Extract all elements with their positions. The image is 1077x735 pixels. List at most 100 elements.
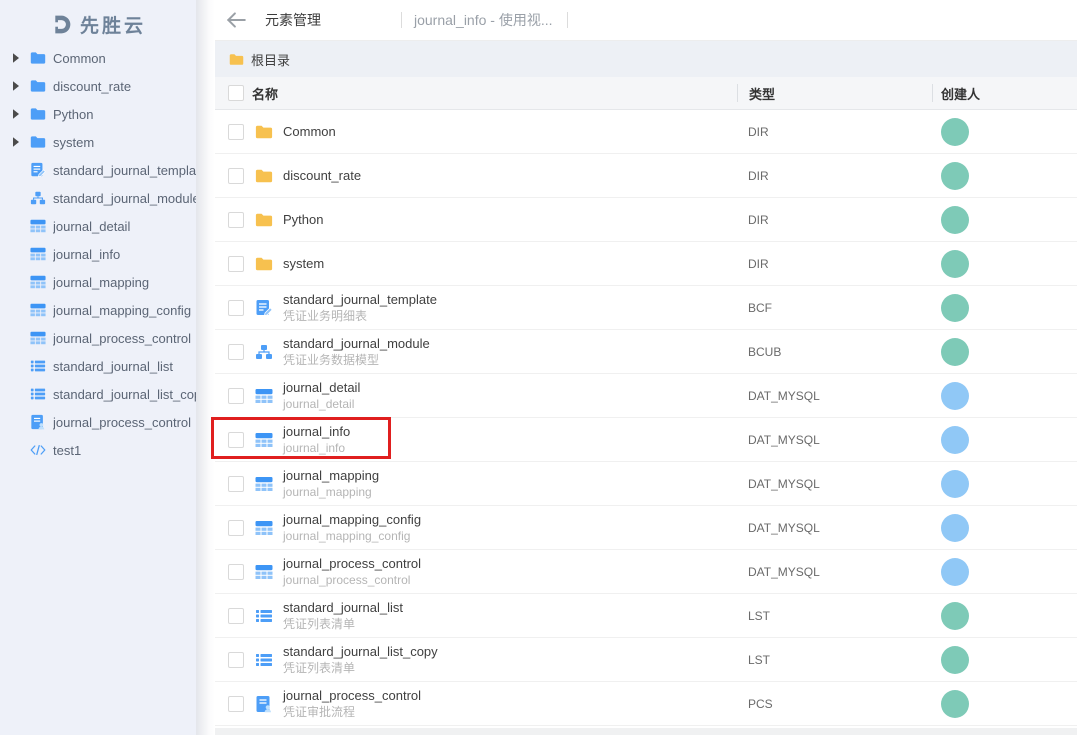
element-name: system bbox=[283, 256, 737, 272]
table-header: 名称 类型 创建人 bbox=[215, 77, 1077, 110]
row-name-block: standard_journal_module凭证业务数据模型 bbox=[283, 336, 737, 368]
caret-spacer bbox=[10, 276, 22, 288]
creator-avatar bbox=[941, 206, 969, 234]
row-checkbox[interactable] bbox=[228, 608, 244, 624]
creator-cell bbox=[932, 514, 1077, 542]
expand-caret-icon[interactable] bbox=[10, 136, 22, 148]
app-title: 先胜云 bbox=[80, 11, 146, 38]
caret-spacer bbox=[10, 192, 22, 204]
row-checkbox[interactable] bbox=[228, 168, 244, 184]
breadcrumb-root-label: 根目录 bbox=[251, 50, 290, 69]
expand-caret-icon[interactable] bbox=[10, 108, 22, 120]
element-type: DIR bbox=[737, 213, 932, 227]
column-header-type: 类型 bbox=[737, 84, 932, 102]
folder-icon bbox=[229, 53, 244, 66]
creator-avatar bbox=[941, 250, 969, 278]
table-row[interactable]: PythonDIR bbox=[215, 198, 1077, 242]
element-name: standard_journal_module bbox=[283, 336, 737, 352]
sidebar-item-test1[interactable]: test1 bbox=[0, 436, 196, 464]
caret-spacer bbox=[10, 388, 22, 400]
row-checkbox[interactable] bbox=[228, 432, 244, 448]
code-icon bbox=[30, 442, 46, 458]
sidebar-item-Python[interactable]: Python bbox=[0, 100, 196, 128]
table-row[interactable]: journal_infojournal_infoDAT_MYSQL bbox=[215, 418, 1077, 462]
sidebar-item-journal_mapping[interactable]: journal_mapping bbox=[0, 268, 196, 296]
sidebar-item-standard_journal_module[interactable]: standard_journal_module bbox=[0, 184, 196, 212]
table-row[interactable]: CommonDIR bbox=[215, 110, 1077, 154]
element-subtitle: journal_process_control bbox=[283, 573, 737, 588]
table-row[interactable]: journal_process_control凭证审批流程PCS bbox=[215, 682, 1077, 726]
row-checkbox[interactable] bbox=[228, 344, 244, 360]
folder-icon bbox=[255, 255, 273, 273]
sidebar-item-journal_mapping_config[interactable]: journal_mapping_config bbox=[0, 296, 196, 324]
row-checkbox[interactable] bbox=[228, 256, 244, 272]
row-checkbox[interactable] bbox=[228, 520, 244, 536]
element-type: DAT_MYSQL bbox=[737, 521, 932, 535]
creator-avatar bbox=[941, 514, 969, 542]
creator-avatar bbox=[941, 646, 969, 674]
element-type: DAT_MYSQL bbox=[737, 565, 932, 579]
element-name: journal_mapping_config bbox=[283, 512, 737, 528]
sidebar-item-label: discount_rate bbox=[53, 79, 131, 94]
row-checkbox[interactable] bbox=[228, 564, 244, 580]
row-checkbox[interactable] bbox=[228, 652, 244, 668]
row-name-block: Common bbox=[283, 124, 737, 140]
table-row[interactable]: journal_mappingjournal_mappingDAT_MYSQL bbox=[215, 462, 1077, 506]
table-row[interactable]: standard_journal_template凭证业务明细表BCF bbox=[215, 286, 1077, 330]
table-icon bbox=[255, 431, 273, 449]
creator-cell bbox=[932, 646, 1077, 674]
select-all-checkbox[interactable] bbox=[228, 85, 244, 101]
sidebar-item-journal_process_control[interactable]: journal_process_control bbox=[0, 324, 196, 352]
table-row[interactable]: standard_journal_list凭证列表清单LST bbox=[215, 594, 1077, 638]
creator-avatar bbox=[941, 602, 969, 630]
expand-caret-icon[interactable] bbox=[10, 52, 22, 64]
table-row[interactable]: systemDIR bbox=[215, 242, 1077, 286]
sidebar-item-journal_info[interactable]: journal_info bbox=[0, 240, 196, 268]
back-button[interactable] bbox=[225, 9, 247, 31]
creator-avatar bbox=[941, 294, 969, 322]
logo-d-icon bbox=[50, 13, 73, 36]
creator-cell bbox=[932, 426, 1077, 454]
column-header-creator: 创建人 bbox=[932, 84, 1077, 102]
sidebar-item-standard_journal_list_copy[interactable]: standard_journal_list_copy bbox=[0, 380, 196, 408]
row-checkbox[interactable] bbox=[228, 476, 244, 492]
sidebar-item-Common[interactable]: Common bbox=[0, 44, 196, 72]
sidebar-item-standard_journal_list[interactable]: standard_journal_list bbox=[0, 352, 196, 380]
tab-journal-info-view[interactable]: journal_info - 使用视... bbox=[414, 10, 567, 30]
element-type: DIR bbox=[737, 169, 932, 183]
element-name: discount_rate bbox=[283, 168, 737, 184]
element-name: Common bbox=[283, 124, 737, 140]
sidebar-item-discount_rate[interactable]: discount_rate bbox=[0, 72, 196, 100]
row-checkbox[interactable] bbox=[228, 212, 244, 228]
element-subtitle: 凭证列表清单 bbox=[283, 617, 737, 632]
table-row[interactable]: journal_mapping_configjournal_mapping_co… bbox=[215, 506, 1077, 550]
table-icon bbox=[255, 563, 273, 581]
table-row[interactable]: journal_detailjournal_detailDAT_MYSQL bbox=[215, 374, 1077, 418]
folder-icon bbox=[255, 123, 273, 141]
table-row[interactable]: standard_journal_module凭证业务数据模型BCUB bbox=[215, 330, 1077, 374]
sidebar-item-journal_process_control[interactable]: journal_process_control bbox=[0, 408, 196, 436]
row-name-block: journal_process_control凭证审批流程 bbox=[283, 688, 737, 720]
row-checkbox[interactable] bbox=[228, 300, 244, 316]
expand-caret-icon[interactable] bbox=[10, 80, 22, 92]
folder-icon bbox=[255, 211, 273, 229]
row-checkbox[interactable] bbox=[228, 388, 244, 404]
sidebar-item-label: journal_info bbox=[53, 247, 120, 262]
tab-element-management[interactable]: 元素管理 bbox=[265, 10, 401, 30]
module-icon bbox=[255, 343, 273, 361]
sidebar-item-system[interactable]: system bbox=[0, 128, 196, 156]
sidebar-item-label: test1 bbox=[53, 443, 81, 458]
table-row[interactable]: standard_journal_list_copy凭证列表清单LST bbox=[215, 638, 1077, 682]
row-checkbox[interactable] bbox=[228, 124, 244, 140]
element-subtitle: journal_info bbox=[283, 441, 737, 456]
sidebar-item-standard_journal_template[interactable]: standard_journal_template bbox=[0, 156, 196, 184]
row-name-block: Python bbox=[283, 212, 737, 228]
breadcrumb[interactable]: 根目录 bbox=[215, 41, 1077, 77]
row-checkbox[interactable] bbox=[228, 696, 244, 712]
caret-spacer bbox=[10, 248, 22, 260]
sidebar-item-journal_detail[interactable]: journal_detail bbox=[0, 212, 196, 240]
table-row[interactable]: journal_process_controljournal_process_c… bbox=[215, 550, 1077, 594]
row-name-block: standard_journal_list凭证列表清单 bbox=[283, 600, 737, 632]
sidebar-item-label: journal_process_control bbox=[53, 415, 191, 430]
table-row[interactable]: discount_rateDIR bbox=[215, 154, 1077, 198]
